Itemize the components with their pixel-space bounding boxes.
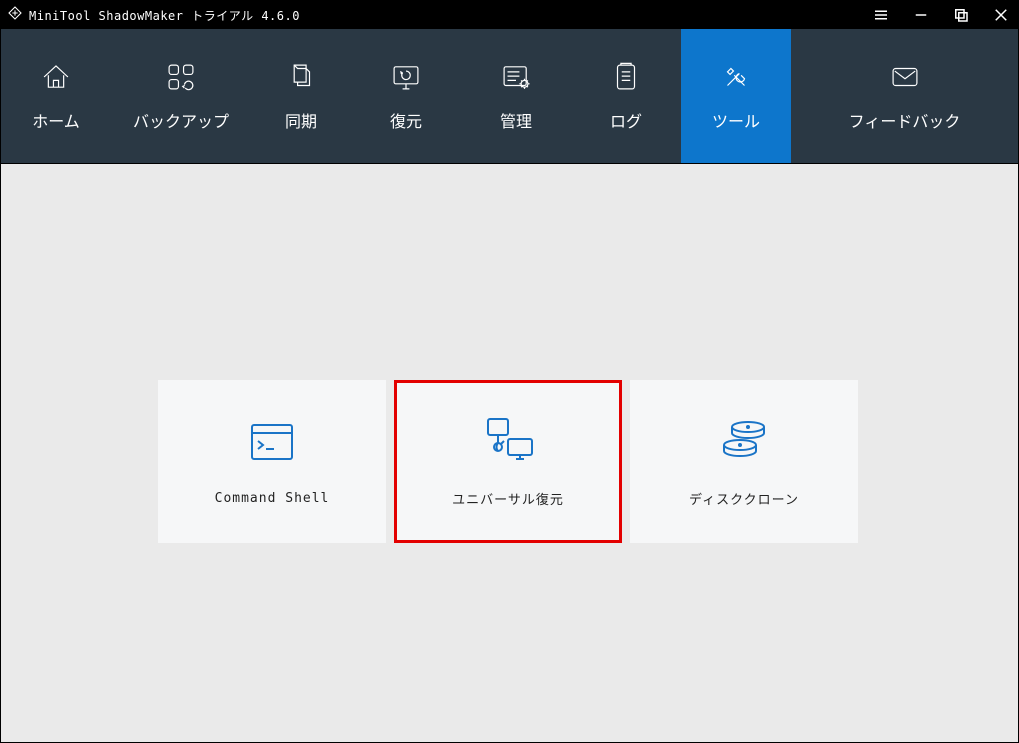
window-title: MiniTool ShadowMaker トライアル 4.6.0 <box>29 7 300 24</box>
navbar: ホーム バックアップ 同期 <box>1 29 1018 164</box>
manage-icon <box>499 60 533 94</box>
tile-universal-restore[interactable]: ユニバーサル復元 <box>394 380 622 543</box>
nav-manage[interactable]: 管理 <box>461 29 571 163</box>
nav-tools-label: ツール <box>712 108 760 132</box>
tools-icon <box>719 60 753 94</box>
nav-backup[interactable]: バックアップ <box>111 29 251 163</box>
tile-command-shell-label: Command Shell <box>215 491 330 506</box>
content-area: Command Shell ユニバーサル復元 <box>1 164 1018 742</box>
nav-manage-label: 管理 <box>500 108 532 132</box>
restore-icon <box>389 60 423 94</box>
nav-restore[interactable]: 復元 <box>351 29 461 163</box>
nav-tools[interactable]: ツール <box>681 29 791 163</box>
feedback-icon <box>888 60 922 94</box>
menu-button[interactable] <box>870 4 892 26</box>
log-icon <box>609 60 643 94</box>
nav-log-label: ログ <box>610 108 642 132</box>
nav-feedback-label: フィードバック <box>849 108 961 132</box>
terminal-icon <box>242 417 302 467</box>
sync-icon <box>284 60 318 94</box>
nav-backup-label: バックアップ <box>133 108 229 132</box>
titlebar: MiniTool ShadowMaker トライアル 4.6.0 <box>1 1 1018 29</box>
tile-command-shell[interactable]: Command Shell <box>158 380 386 543</box>
disk-clone-icon <box>714 415 774 465</box>
universal-restore-icon <box>478 415 538 465</box>
nav-feedback[interactable]: フィードバック <box>791 29 1018 163</box>
nav-home-label: ホーム <box>32 108 80 132</box>
nav-home[interactable]: ホーム <box>1 29 111 163</box>
titlebar-left: MiniTool ShadowMaker トライアル 4.6.0 <box>7 5 300 26</box>
nav-log[interactable]: ログ <box>571 29 681 163</box>
nav-sync-label: 同期 <box>285 108 317 132</box>
tile-disk-clone[interactable]: ディスククローン <box>630 380 858 543</box>
app-logo-icon <box>7 5 23 26</box>
tile-universal-restore-label: ユニバーサル復元 <box>452 489 564 508</box>
nav-restore-label: 復元 <box>390 108 422 132</box>
window-controls <box>870 4 1012 26</box>
nav-sync[interactable]: 同期 <box>251 29 351 163</box>
minimize-button[interactable] <box>910 4 932 26</box>
close-button[interactable] <box>990 4 1012 26</box>
maximize-button[interactable] <box>950 4 972 26</box>
backup-icon <box>164 60 198 94</box>
app-window: MiniTool ShadowMaker トライアル 4.6.0 ホーム <box>0 0 1019 743</box>
home-icon <box>39 60 73 94</box>
tile-disk-clone-label: ディスククローン <box>689 489 799 508</box>
tool-tiles: Command Shell ユニバーサル復元 <box>158 380 858 543</box>
